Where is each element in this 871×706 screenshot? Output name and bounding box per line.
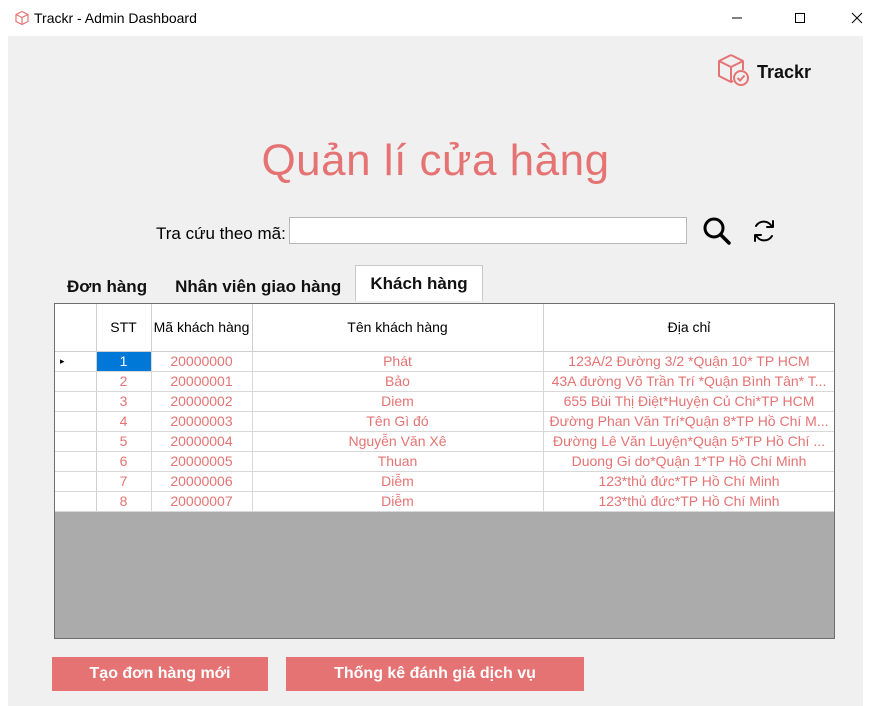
table-row[interactable]: 5 20000004 Nguyễn Văn Xê Đường Lê Văn Luyện… [55,431,834,452]
cell-customer-name[interactable]: Thuan [252,451,544,472]
cell-stt[interactable]: 2 [96,371,152,392]
cell-address[interactable]: 655 Bùi Thị Điệt*Huyện Củ Chi*TP HCM [543,391,834,412]
cell-customer-id[interactable]: 20000001 [151,371,253,392]
maximize-button[interactable] [777,0,823,36]
cell-address[interactable]: Đường Phan Văn Trí*Quận 8*TP Hồ Chí M... [543,411,834,432]
table-row[interactable]: 3 20000002 Diem 655 Bùi Thị Điệt*Huyện Củ C… [55,391,834,412]
cell-address[interactable]: Duong Gi do*Quận 1*TP Hồ Chí Minh [543,451,834,472]
row-header[interactable] [55,431,97,452]
create-order-button[interactable]: Tạo đơn hàng mới [52,657,268,691]
row-header[interactable] [55,391,97,412]
column-header-customer-name[interactable]: Tên khách hàng [252,304,544,352]
cell-customer-name[interactable]: Diem [252,391,544,412]
tab-customers[interactable]: Khách hàng [355,265,483,301]
table-row[interactable]: 7 20000006 Diễm 123*thủ đức*TP Hồ Chí Minh [55,471,834,492]
minimize-button[interactable] [714,0,760,36]
cell-stt[interactable]: 7 [96,471,152,492]
tab-orders[interactable]: Đơn hàng [53,269,161,305]
cell-stt[interactable]: 1 [96,351,152,372]
row-header[interactable]: ▸ [55,351,97,372]
search-icon [703,217,731,245]
title-bar: Trackr - Admin Dashboard [0,0,871,36]
cell-customer-id[interactable]: 20000007 [151,491,253,512]
current-row-arrow-icon: ▸ [60,355,65,366]
brand-logo: Trackr [715,52,811,92]
close-icon [851,12,863,24]
cell-stt[interactable]: 3 [96,391,152,412]
brand-name: Trackr [757,61,812,82]
table-row[interactable]: 2 20000001 Bảo 43A đường Võ Trần Trí *Quận … [55,371,834,392]
row-header[interactable] [55,471,97,492]
header-row: STT Mã khách hàng Tên khách hàng Địa chỉ [55,304,834,352]
search-button[interactable] [697,214,737,248]
cell-address[interactable]: 43A đường Võ Trần Trí *Quận Bình Tân* T.… [543,371,834,392]
table-row[interactable]: 6 20000005 Thuan Duong Gi do*Quận 1*TP Hồ C… [55,451,834,472]
cell-address[interactable]: 123*thủ đức*TP Hồ Chí Minh [543,491,834,512]
service-stats-button[interactable]: Thống kê đánh giá dịch vụ [286,657,584,691]
cell-customer-id[interactable]: 20000002 [151,391,253,412]
refresh-icon [754,220,774,242]
table-row[interactable]: 4 20000003 Tên Gì đó Đường Phan Văn Trí*Quậ… [55,411,834,432]
tab-strip: Đơn hàng Nhân viên giao hàng Khách hàng [53,265,483,305]
cell-customer-id[interactable]: 20000006 [151,471,253,492]
table-row[interactable]: ▸ 1 20000000 Phát 123A/2 Đường 3/2 *Quận 10*… [55,351,834,372]
search-input[interactable] [289,217,687,244]
cell-customer-name[interactable]: Tên Gì đó [252,411,544,432]
column-header-stt[interactable]: STT [96,304,152,352]
page-title: Quản lí cửa hàng [261,136,610,185]
cell-customer-name[interactable]: Phát [252,351,544,372]
row-header-corner [55,304,97,352]
column-header-customer-id[interactable]: Mã khách hàng [151,304,253,352]
cell-customer-id[interactable]: 20000003 [151,411,253,432]
maximize-icon [795,13,805,23]
cell-address[interactable]: 123*thủ đức*TP Hồ Chí Minh [543,471,834,492]
window-title: Trackr - Admin Dashboard [34,10,197,26]
cell-customer-name[interactable]: Bảo [252,371,544,392]
cell-address[interactable]: 123A/2 Đường 3/2 *Quận 10* TP HCM [543,351,834,372]
tab-shippers[interactable]: Nhân viên giao hàng [161,269,355,305]
cell-stt[interactable]: 6 [96,451,152,472]
row-header[interactable] [55,451,97,472]
column-header-address[interactable]: Địa chỉ [543,304,834,352]
row-header[interactable] [55,411,97,432]
package-icon [14,10,30,26]
cell-customer-id[interactable]: 20000000 [151,351,253,372]
cell-customer-id[interactable]: 20000005 [151,451,253,472]
cell-stt[interactable]: 8 [96,491,152,512]
row-header[interactable] [55,491,97,512]
cell-customer-name[interactable]: Diễm [252,491,544,512]
search-label: Tra cứu theo mã: [156,224,286,243]
cell-customer-name[interactable]: Diễm [252,471,544,492]
customer-grid[interactable]: STT Mã khách hàng Tên khách hàng Địa chỉ… [54,303,835,639]
row-header[interactable] [55,371,97,392]
minimize-icon [732,17,742,19]
main-panel: Trackr Quản lí cửa hàng Tra cứu theo mã:… [8,36,863,706]
customer-table: STT Mã khách hàng Tên khách hàng Địa chỉ… [55,304,834,512]
close-button[interactable] [834,0,871,36]
cell-customer-name[interactable]: Nguyễn Văn Xê [252,431,544,452]
cell-stt[interactable]: 4 [96,411,152,432]
cell-stt[interactable]: 5 [96,431,152,452]
refresh-button[interactable] [746,214,782,248]
package-check-icon [715,52,751,93]
cell-customer-id[interactable]: 20000004 [151,431,253,452]
table-row[interactable]: 8 20000007 Diễm 123*thủ đức*TP Hồ Chí Minh [55,491,834,512]
cell-address[interactable]: Đường Lê Văn Luyện*Quận 5*TP Hồ Chí ... [543,431,834,452]
